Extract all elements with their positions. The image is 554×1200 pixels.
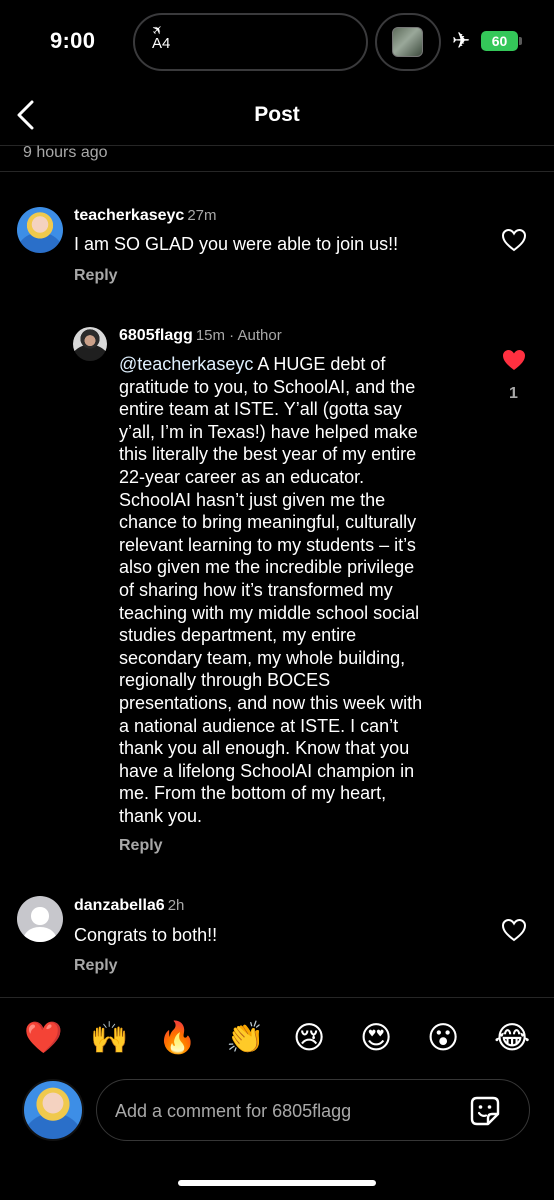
username-text[interactable]: danzabella6 (74, 897, 165, 914)
avatar[interactable] (17, 896, 63, 942)
comment-line: 22-year career as an educator. (119, 466, 365, 487)
comment-line: relevant learning to my students – it’s (119, 534, 416, 555)
sticker-icon[interactable] (468, 1094, 502, 1128)
flight-activity: ✈ A4 (148, 21, 171, 53)
comment-compose-box[interactable] (96, 1079, 530, 1141)
comment-text: I am SO GLAD you were able to join us!! (74, 234, 399, 254)
divider (0, 997, 554, 998)
comment-time: 15m · Author (195, 327, 282, 344)
current-user-avatar[interactable] (22, 1079, 84, 1141)
comment-time: 2h (167, 897, 185, 914)
emoji-bar: ❤️ 🙌 🔥 👏 😢 😍 😮 😂 (0, 1018, 554, 1058)
emoji-clapping[interactable]: 👏 (226, 1018, 265, 1058)
emoji-fire[interactable]: 🔥 (158, 1018, 197, 1058)
divider (0, 171, 554, 172)
comment-line: regionally through BOCES (119, 670, 331, 691)
reply-button[interactable]: Reply (119, 837, 163, 855)
comment-line: A HUGE debt of (253, 354, 386, 374)
comment-line: have a lifelong SchoolAI champion in (119, 760, 415, 781)
username-text[interactable]: teacherkaseyc (74, 207, 184, 224)
emoji-heart-eyes[interactable]: 😍 (360, 1018, 392, 1058)
comment-line: also given me the incredible privilege (119, 557, 415, 578)
reply-button[interactable]: Reply (74, 957, 118, 975)
heart-outline-icon[interactable] (501, 228, 527, 252)
comment-username[interactable]: teacherkaseyc 27m (74, 207, 217, 225)
comment-line: a national audience at ISTE. I can’t (119, 715, 399, 736)
avatar-body (23, 927, 57, 942)
comment-line: SchoolAI hasn’t just given me the (119, 489, 386, 510)
username-text[interactable]: 6805flagg (119, 327, 193, 344)
emoji-laughing[interactable]: 😂 (494, 1018, 530, 1058)
comment-time: 27m (187, 207, 217, 224)
post-time-ago: 9 hours ago (23, 144, 108, 161)
avatar[interactable] (73, 327, 107, 361)
comment-line: this literally the best year of my entir… (119, 444, 417, 465)
comment-line: me. From the bottom of my heart, (119, 783, 387, 804)
reply-button[interactable]: Reply (74, 267, 118, 285)
comment-line: thank you. (119, 805, 203, 826)
comment-line: secondary team, my whole building, (119, 647, 406, 668)
comment-line: studies department, my entire (119, 625, 357, 646)
comment-line: chance to bring meaningful, culturally (119, 512, 417, 533)
heart-filled-icon[interactable] (501, 348, 527, 372)
album-art (392, 27, 423, 57)
header: Post (0, 84, 554, 146)
page-title: Post (254, 103, 300, 126)
emoji-heart[interactable]: ❤️ (24, 1018, 63, 1058)
like-count: 1 (509, 385, 518, 402)
comment-username[interactable]: 6805flagg 15m · Author (119, 327, 282, 345)
emoji-crying[interactable]: 😢 (293, 1018, 325, 1058)
comment-text: @teacherkaseyc A HUGE debt of gratitude … (119, 353, 489, 827)
status-bar: 9:00 ✈ A4 ✈ 60 (0, 0, 554, 84)
heart-outline-icon[interactable] (501, 918, 527, 942)
comment-line: of sharing how it’s transformed my (119, 579, 393, 600)
battery-tip (519, 37, 522, 45)
mention-link[interactable]: @teacherkaseyc (119, 354, 253, 374)
comment-input[interactable] (115, 1098, 445, 1124)
comment-username[interactable]: danzabella6 2h (74, 897, 184, 915)
comment-line: thank you all enough. Know that you (119, 738, 410, 759)
emoji-raising-hands[interactable]: 🙌 (90, 1018, 129, 1058)
comment-text: Congrats to both!! (74, 925, 218, 945)
comment-line: y’all, I’m in Texas!) have helped make (119, 421, 418, 442)
avatar[interactable] (17, 207, 63, 253)
flight-label: A4 (152, 35, 171, 53)
comment-line: presentations, and now this week with (119, 692, 423, 713)
comment-line: gratitude to you, to SchoolAI, and the (119, 376, 416, 397)
comment-line: entire team at ISTE. Y’all (gotta say (119, 399, 402, 420)
battery-icon: 60 (481, 31, 518, 51)
airplane-mode-icon: ✈ (452, 28, 471, 53)
home-indicator[interactable] (178, 1180, 376, 1186)
avatar-head (31, 907, 49, 925)
status-time: 9:00 (50, 28, 96, 53)
emoji-surprised[interactable]: 😮 (427, 1018, 459, 1058)
comment-line: teaching with my middle school social (119, 602, 420, 623)
